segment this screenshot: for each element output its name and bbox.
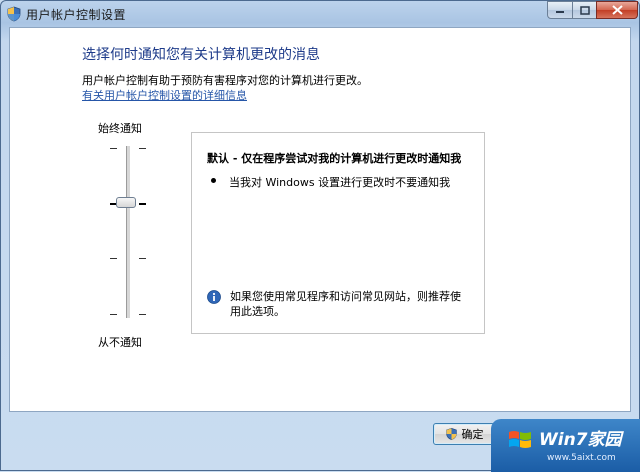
slider-bottom-label: 从不通知 bbox=[98, 336, 142, 349]
maximize-button[interactable] bbox=[572, 1, 597, 19]
info-icon bbox=[207, 290, 221, 304]
level-bullet-text: 当我对 Windows 设置进行更改时不要通知我 bbox=[229, 176, 451, 189]
more-info-link[interactable]: 有关用户帐户控制设置的详细信息 bbox=[82, 87, 247, 103]
level-description-box: 默认 - 仅在程序尝试对我的计算机进行更改时通知我 当我对 Windows 设置… bbox=[191, 132, 485, 334]
slider-tick bbox=[110, 314, 117, 315]
level-title: 默认 - 仅在程序尝试对我的计算机进行更改时通知我 bbox=[207, 152, 462, 165]
slider-track bbox=[126, 146, 131, 318]
page-heading: 选择何时通知您有关计算机更改的消息 bbox=[82, 47, 320, 63]
slider-top-label: 始终通知 bbox=[98, 122, 142, 135]
slider-tick bbox=[110, 258, 117, 259]
uac-shield-icon bbox=[445, 427, 457, 441]
minimize-button[interactable] bbox=[547, 1, 573, 19]
minimize-icon bbox=[556, 11, 564, 13]
slider-tick bbox=[139, 148, 146, 149]
close-icon bbox=[611, 5, 623, 15]
slider-tick bbox=[139, 203, 146, 205]
ok-button-label: 确定 bbox=[461, 428, 484, 441]
watermark-url: www.5aixt.com bbox=[547, 453, 616, 463]
uac-settings-window: 用户帐户控制设置 选择何时通知您有关计算机更改的消息 用户帐户控制有助于预防有害… bbox=[0, 0, 640, 472]
title-bar[interactable]: 用户帐户控制设置 bbox=[1, 1, 639, 27]
ok-button[interactable]: 确定 bbox=[433, 423, 495, 445]
slider-thumb[interactable] bbox=[116, 197, 136, 208]
content-panel: 选择何时通知您有关计算机更改的消息 用户帐户控制有助于预防有害程序对您的计算机进… bbox=[9, 27, 631, 412]
slider-tick bbox=[139, 258, 146, 259]
window-title: 用户帐户控制设置 bbox=[26, 8, 127, 22]
recommendation-note: 如果您使用常见程序和访问常见网站，则推荐使用此选项。 bbox=[230, 290, 461, 318]
close-button[interactable] bbox=[596, 1, 638, 19]
slider-tick bbox=[110, 148, 117, 149]
site-watermark: Win7家园 www.5aixt.com bbox=[491, 419, 640, 472]
slider-tick bbox=[139, 314, 146, 315]
notification-level-slider[interactable] bbox=[108, 144, 148, 320]
uac-shield-icon bbox=[7, 6, 21, 22]
maximize-icon bbox=[579, 5, 590, 15]
watermark-brand: Win7家园 bbox=[539, 430, 622, 450]
bullet-dot bbox=[211, 178, 216, 183]
description-text: 用户帐户控制有助于预防有害程序对您的计算机进行更改。 bbox=[82, 74, 368, 87]
windows-flag-icon bbox=[509, 431, 531, 448]
